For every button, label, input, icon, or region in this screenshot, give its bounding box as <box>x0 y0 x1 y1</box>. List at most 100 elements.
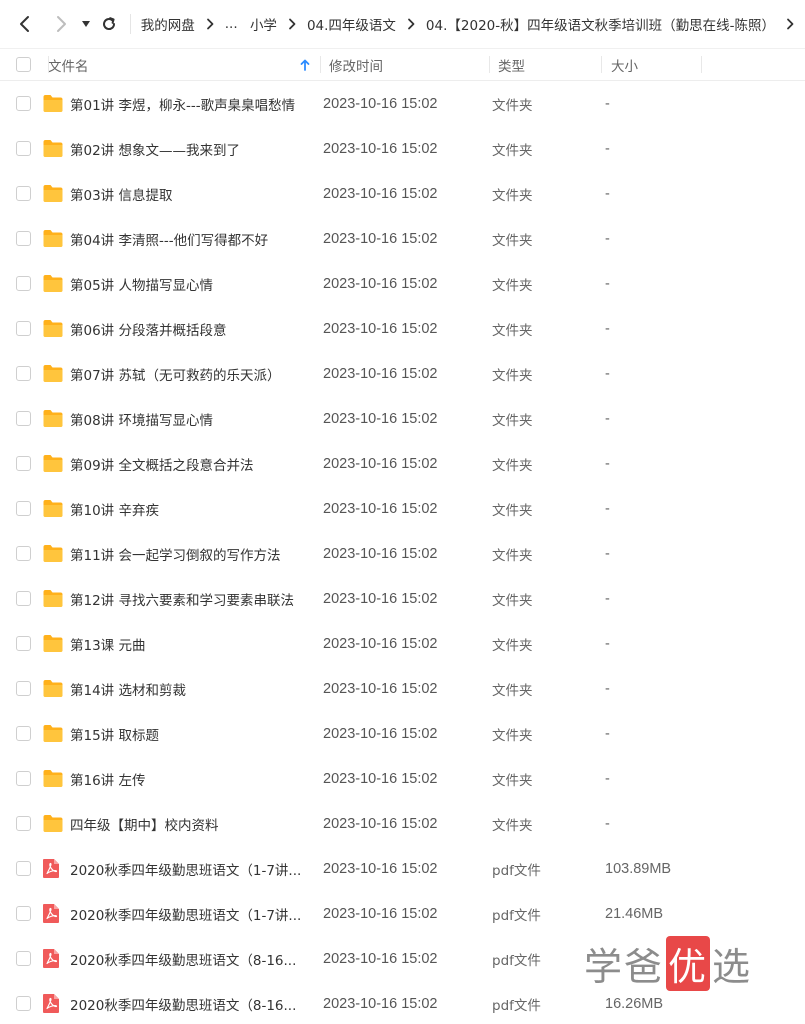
row-checkbox[interactable] <box>16 501 31 516</box>
row-checkbox[interactable] <box>16 321 31 336</box>
table-row[interactable]: 2020秋季四年级勤思班语文（8-16... 2023-10-16 15:02 pd… <box>0 981 805 1024</box>
breadcrumb-item-ellipsis[interactable]: ... <box>225 16 238 32</box>
file-name[interactable]: 第01讲 李煜，柳永---歌声臬臬唱愁情 <box>70 94 314 114</box>
file-type: 文件夹 <box>492 142 533 159</box>
file-name[interactable]: 第07讲 苏轼（无可救药的乐天派） <box>70 364 314 384</box>
breadcrumb-item-primary[interactable]: 小学 <box>250 14 277 34</box>
file-name[interactable]: 第14讲 选材和剪裁 <box>70 679 314 699</box>
file-name[interactable]: 第10讲 辛弃疾 <box>70 499 314 519</box>
table-row[interactable]: 第05讲 人物描写显心情 2023-10-16 15:02 文件夹 - <box>0 261 805 306</box>
sort-ascending-icon <box>300 59 310 71</box>
row-checkbox[interactable] <box>16 366 31 381</box>
row-checkbox[interactable] <box>16 411 31 426</box>
file-type: 文件夹 <box>492 727 533 744</box>
row-checkbox[interactable] <box>16 726 31 741</box>
file-modified-time: 2023-10-16 15:02 <box>323 545 438 562</box>
row-checkbox[interactable] <box>16 861 31 876</box>
table-row[interactable]: 第02讲 想象文——我来到了 2023-10-16 15:02 文件夹 - <box>0 126 805 171</box>
breadcrumb-item-current[interactable]: 04.【2020-秋】四年级语文秋季培训班（勤思在线-陈照） <box>426 14 775 34</box>
file-name[interactable]: 2020秋季四年级勤思班语文（1-7讲... <box>70 904 314 924</box>
row-select <box>0 816 48 831</box>
table-row[interactable]: 2020秋季四年级勤思班语文（1-7讲... 2023-10-16 15:02 pd… <box>0 846 805 891</box>
folder-icon <box>42 769 70 788</box>
file-name[interactable]: 第15讲 取标题 <box>70 724 314 744</box>
table-row[interactable]: 第08讲 环境描写显心情 2023-10-16 15:02 文件夹 - <box>0 396 805 441</box>
row-checkbox[interactable] <box>16 276 31 291</box>
refresh-button[interactable] <box>96 0 122 48</box>
table-row[interactable]: 第06讲 分段落并概括段意 2023-10-16 15:02 文件夹 - <box>0 306 805 351</box>
row-checkbox[interactable] <box>16 906 31 921</box>
row-checkbox[interactable] <box>16 186 31 201</box>
row-checkbox[interactable] <box>16 96 31 111</box>
table-row[interactable]: 第01讲 李煜，柳永---歌声臬臬唱愁情 2023-10-16 15:02 文件夹 - <box>0 81 805 126</box>
table-row[interactable]: 第04讲 李清照---他们写得都不好 2023-10-16 15:02 文件夹 - <box>0 216 805 261</box>
table-row[interactable]: 第03讲 信息提取 2023-10-16 15:02 文件夹 - <box>0 171 805 216</box>
file-size: - <box>605 230 610 247</box>
file-name[interactable]: 第09讲 全文概括之段意合并法 <box>70 454 314 474</box>
row-checkbox[interactable] <box>16 681 31 696</box>
file-name[interactable]: 第06讲 分段落并概括段意 <box>70 319 314 339</box>
select-all-checkbox[interactable] <box>16 57 31 72</box>
folder-icon <box>42 724 70 743</box>
table-row[interactable]: 第16讲 左传 2023-10-16 15:02 文件夹 - <box>0 756 805 801</box>
file-name[interactable]: 四年级【期中】校内资料 <box>70 814 314 834</box>
header-size-column[interactable]: 大小 <box>601 49 701 80</box>
file-name[interactable]: 2020秋季四年级勤思班语文（8-16... <box>70 994 314 1014</box>
file-size: - <box>605 635 610 652</box>
row-checkbox[interactable] <box>16 456 31 471</box>
file-name[interactable]: 第04讲 李清照---他们写得都不好 <box>70 229 314 249</box>
row-checkbox[interactable] <box>16 231 31 246</box>
row-checkbox[interactable] <box>16 951 31 966</box>
file-name[interactable]: 2020秋季四年级勤思班语文（1-7讲... <box>70 859 314 879</box>
folder-icon <box>42 274 70 293</box>
history-dropdown-button[interactable] <box>76 0 96 48</box>
file-name[interactable]: 第02讲 想象文——我来到了 <box>70 139 314 159</box>
file-name[interactable]: 2020秋季四年级勤思班语文（8-16... <box>70 949 314 969</box>
table-row[interactable]: 第11讲 会一起学习倒叙的写作方法 2023-10-16 15:02 文件夹 - <box>0 531 805 576</box>
header-modified-label: 修改时间 <box>329 58 383 75</box>
file-modified-time: 2023-10-16 15:02 <box>323 680 438 697</box>
row-select <box>0 681 48 696</box>
header-modified-column[interactable]: 修改时间 <box>320 49 489 80</box>
file-type: 文件夹 <box>492 187 533 204</box>
row-checkbox[interactable] <box>16 546 31 561</box>
file-name[interactable]: 第05讲 人物描写显心情 <box>70 274 314 294</box>
file-size: - <box>605 770 610 787</box>
file-name[interactable]: 第08讲 环境描写显心情 <box>70 409 314 429</box>
table-row[interactable]: 2020秋季四年级勤思班语文（1-7讲... 2023-10-16 15:02 pd… <box>0 891 805 936</box>
table-row[interactable]: 第13课 元曲 2023-10-16 15:02 文件夹 - <box>0 621 805 666</box>
breadcrumb-item-root[interactable]: 我的网盘 <box>141 14 195 34</box>
table-row[interactable]: 四年级【期中】校内资料 2023-10-16 15:02 文件夹 - <box>0 801 805 846</box>
breadcrumb-item-grade[interactable]: 04.四年级语文 <box>307 14 396 34</box>
header-type-column[interactable]: 类型 <box>489 49 601 80</box>
file-name[interactable]: 第12讲 寻找六要素和学习要素串联法 <box>70 589 314 609</box>
back-button[interactable] <box>10 0 40 48</box>
row-checkbox[interactable] <box>16 816 31 831</box>
table-row[interactable]: 第09讲 全文概括之段意合并法 2023-10-16 15:02 文件夹 - <box>0 441 805 486</box>
file-modified-time: 2023-10-16 15:02 <box>323 905 438 922</box>
row-checkbox[interactable] <box>16 591 31 606</box>
folder-icon <box>42 589 70 608</box>
refresh-icon <box>102 17 115 30</box>
table-row[interactable]: 第10讲 辛弃疾 2023-10-16 15:02 文件夹 - <box>0 486 805 531</box>
table-row[interactable]: 第12讲 寻找六要素和学习要素串联法 2023-10-16 15:02 文件夹 - <box>0 576 805 621</box>
table-row[interactable]: 第15讲 取标题 2023-10-16 15:02 文件夹 - <box>0 711 805 756</box>
forward-button[interactable] <box>46 0 76 48</box>
row-select <box>0 636 48 651</box>
file-name[interactable]: 第13课 元曲 <box>70 634 314 654</box>
header-spacer <box>701 49 805 80</box>
file-size: - <box>605 410 610 427</box>
row-checkbox[interactable] <box>16 141 31 156</box>
row-checkbox[interactable] <box>16 996 31 1011</box>
file-name[interactable]: 第03讲 信息提取 <box>70 184 314 204</box>
file-size: - <box>605 680 610 697</box>
header-name-column[interactable]: 文件名 <box>48 49 320 80</box>
table-row[interactable]: 第07讲 苏轼（无可救药的乐天派） 2023-10-16 15:02 文件夹 - <box>0 351 805 396</box>
row-checkbox[interactable] <box>16 771 31 786</box>
file-name[interactable]: 第16讲 左传 <box>70 769 314 789</box>
file-name[interactable]: 第11讲 会一起学习倒叙的写作方法 <box>70 544 314 564</box>
row-checkbox[interactable] <box>16 636 31 651</box>
table-row[interactable]: 2020秋季四年级勤思班语文（8-16... 2023-10-16 15:02 pd… <box>0 936 805 981</box>
table-row[interactable]: 第14讲 选材和剪裁 2023-10-16 15:02 文件夹 - <box>0 666 805 711</box>
header-type-label: 类型 <box>498 58 525 75</box>
